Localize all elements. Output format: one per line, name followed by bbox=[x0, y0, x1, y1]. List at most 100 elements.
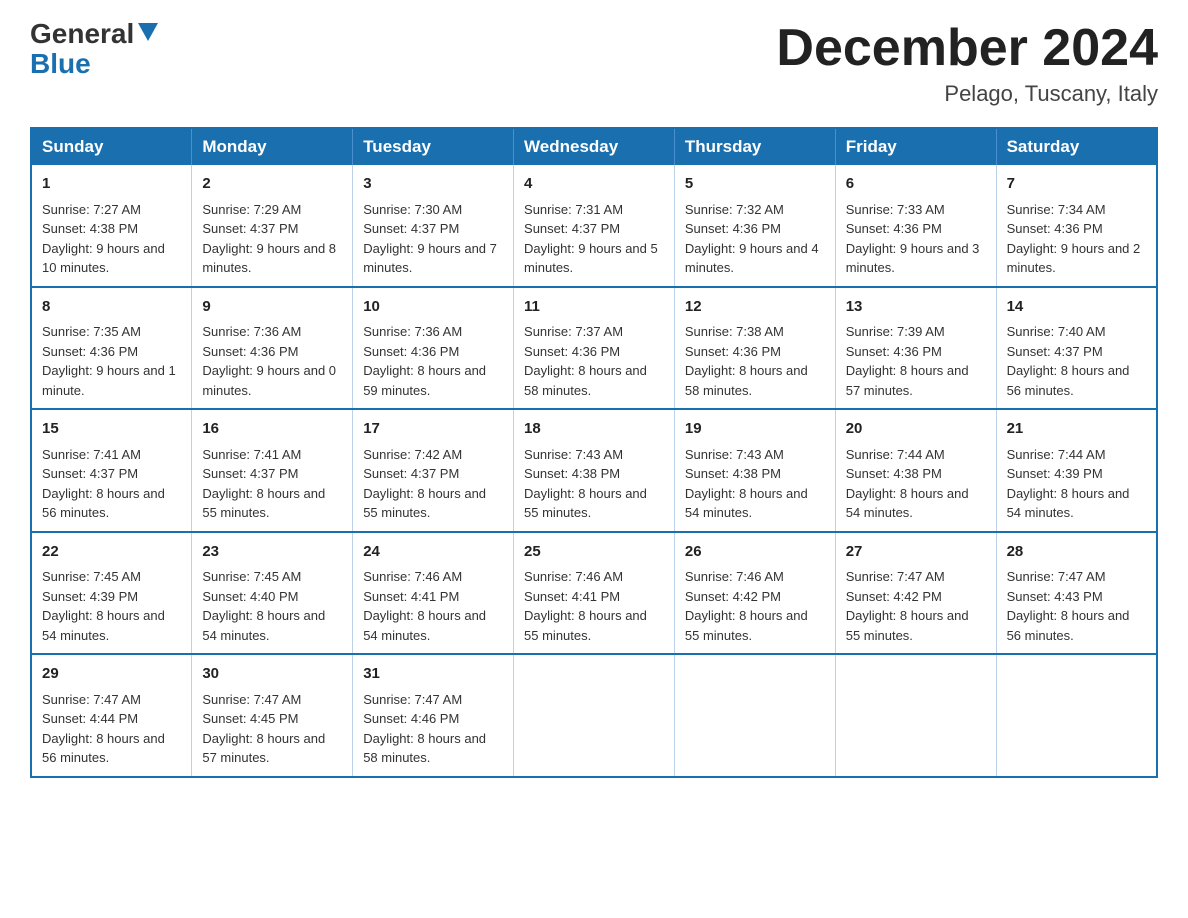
day-daylight: Daylight: 8 hours and 54 minutes. bbox=[685, 486, 808, 521]
day-sunset: Sunset: 4:38 PM bbox=[42, 221, 138, 236]
day-daylight: Daylight: 9 hours and 4 minutes. bbox=[685, 241, 819, 276]
col-saturday: Saturday bbox=[996, 128, 1157, 165]
calendar-day-cell bbox=[835, 654, 996, 777]
day-number: 31 bbox=[363, 663, 503, 686]
calendar-day-cell: 10 Sunrise: 7:36 AM Sunset: 4:36 PM Dayl… bbox=[353, 287, 514, 410]
col-monday: Monday bbox=[192, 128, 353, 165]
day-daylight: Daylight: 9 hours and 2 minutes. bbox=[1007, 241, 1141, 276]
title-block: December 2024 Pelago, Tuscany, Italy bbox=[776, 20, 1158, 107]
logo-line1: General bbox=[30, 20, 158, 48]
day-sunrise: Sunrise: 7:31 AM bbox=[524, 202, 623, 217]
day-sunrise: Sunrise: 7:41 AM bbox=[42, 447, 141, 462]
day-number: 1 bbox=[42, 173, 181, 196]
day-sunset: Sunset: 4:45 PM bbox=[202, 711, 298, 726]
calendar-day-cell bbox=[996, 654, 1157, 777]
day-sunset: Sunset: 4:38 PM bbox=[685, 466, 781, 481]
day-sunset: Sunset: 4:37 PM bbox=[202, 466, 298, 481]
calendar-day-cell: 20 Sunrise: 7:44 AM Sunset: 4:38 PM Dayl… bbox=[835, 409, 996, 532]
day-sunrise: Sunrise: 7:45 AM bbox=[202, 569, 301, 584]
day-daylight: Daylight: 8 hours and 59 minutes. bbox=[363, 363, 486, 398]
day-daylight: Daylight: 8 hours and 54 minutes. bbox=[363, 608, 486, 643]
day-sunrise: Sunrise: 7:44 AM bbox=[1007, 447, 1106, 462]
calendar-day-cell: 15 Sunrise: 7:41 AM Sunset: 4:37 PM Dayl… bbox=[31, 409, 192, 532]
calendar-day-cell: 23 Sunrise: 7:45 AM Sunset: 4:40 PM Dayl… bbox=[192, 532, 353, 655]
calendar-day-cell: 1 Sunrise: 7:27 AM Sunset: 4:38 PM Dayli… bbox=[31, 165, 192, 287]
day-daylight: Daylight: 9 hours and 7 minutes. bbox=[363, 241, 497, 276]
day-sunrise: Sunrise: 7:39 AM bbox=[846, 324, 945, 339]
location-title: Pelago, Tuscany, Italy bbox=[776, 81, 1158, 107]
day-number: 17 bbox=[363, 418, 503, 441]
day-number: 10 bbox=[363, 296, 503, 319]
day-daylight: Daylight: 8 hours and 54 minutes. bbox=[846, 486, 969, 521]
day-number: 12 bbox=[685, 296, 825, 319]
day-sunrise: Sunrise: 7:47 AM bbox=[363, 692, 462, 707]
day-sunset: Sunset: 4:37 PM bbox=[42, 466, 138, 481]
col-tuesday: Tuesday bbox=[353, 128, 514, 165]
col-wednesday: Wednesday bbox=[514, 128, 675, 165]
calendar-day-cell: 12 Sunrise: 7:38 AM Sunset: 4:36 PM Dayl… bbox=[674, 287, 835, 410]
day-sunrise: Sunrise: 7:33 AM bbox=[846, 202, 945, 217]
day-daylight: Daylight: 9 hours and 5 minutes. bbox=[524, 241, 658, 276]
day-sunset: Sunset: 4:37 PM bbox=[524, 221, 620, 236]
calendar-day-cell: 14 Sunrise: 7:40 AM Sunset: 4:37 PM Dayl… bbox=[996, 287, 1157, 410]
calendar-day-cell: 24 Sunrise: 7:46 AM Sunset: 4:41 PM Dayl… bbox=[353, 532, 514, 655]
day-daylight: Daylight: 8 hours and 58 minutes. bbox=[685, 363, 808, 398]
calendar-day-cell: 19 Sunrise: 7:43 AM Sunset: 4:38 PM Dayl… bbox=[674, 409, 835, 532]
day-daylight: Daylight: 8 hours and 56 minutes. bbox=[42, 486, 165, 521]
calendar-day-cell: 11 Sunrise: 7:37 AM Sunset: 4:36 PM Dayl… bbox=[514, 287, 675, 410]
day-sunset: Sunset: 4:37 PM bbox=[363, 466, 459, 481]
day-number: 30 bbox=[202, 663, 342, 686]
col-sunday: Sunday bbox=[31, 128, 192, 165]
day-number: 2 bbox=[202, 173, 342, 196]
day-sunrise: Sunrise: 7:36 AM bbox=[363, 324, 462, 339]
calendar-day-cell: 27 Sunrise: 7:47 AM Sunset: 4:42 PM Dayl… bbox=[835, 532, 996, 655]
day-number: 3 bbox=[363, 173, 503, 196]
day-sunset: Sunset: 4:46 PM bbox=[363, 711, 459, 726]
day-daylight: Daylight: 8 hours and 58 minutes. bbox=[524, 363, 647, 398]
calendar-day-cell: 18 Sunrise: 7:43 AM Sunset: 4:38 PM Dayl… bbox=[514, 409, 675, 532]
day-number: 11 bbox=[524, 296, 664, 319]
day-daylight: Daylight: 8 hours and 55 minutes. bbox=[524, 486, 647, 521]
calendar-day-cell: 29 Sunrise: 7:47 AM Sunset: 4:44 PM Dayl… bbox=[31, 654, 192, 777]
day-daylight: Daylight: 8 hours and 56 minutes. bbox=[1007, 363, 1130, 398]
day-daylight: Daylight: 8 hours and 58 minutes. bbox=[363, 731, 486, 766]
calendar-day-cell: 5 Sunrise: 7:32 AM Sunset: 4:36 PM Dayli… bbox=[674, 165, 835, 287]
day-sunset: Sunset: 4:42 PM bbox=[685, 589, 781, 604]
page-header: General Blue December 2024 Pelago, Tusca… bbox=[30, 20, 1158, 107]
calendar-day-cell: 26 Sunrise: 7:46 AM Sunset: 4:42 PM Dayl… bbox=[674, 532, 835, 655]
day-sunrise: Sunrise: 7:46 AM bbox=[685, 569, 784, 584]
calendar-day-cell: 28 Sunrise: 7:47 AM Sunset: 4:43 PM Dayl… bbox=[996, 532, 1157, 655]
day-number: 29 bbox=[42, 663, 181, 686]
day-sunset: Sunset: 4:37 PM bbox=[363, 221, 459, 236]
day-number: 19 bbox=[685, 418, 825, 441]
day-sunrise: Sunrise: 7:47 AM bbox=[846, 569, 945, 584]
day-daylight: Daylight: 8 hours and 57 minutes. bbox=[202, 731, 325, 766]
day-daylight: Daylight: 8 hours and 55 minutes. bbox=[363, 486, 486, 521]
day-number: 21 bbox=[1007, 418, 1146, 441]
calendar-week-row: 1 Sunrise: 7:27 AM Sunset: 4:38 PM Dayli… bbox=[31, 165, 1157, 287]
calendar-week-row: 22 Sunrise: 7:45 AM Sunset: 4:39 PM Dayl… bbox=[31, 532, 1157, 655]
day-sunrise: Sunrise: 7:37 AM bbox=[524, 324, 623, 339]
calendar-day-cell: 16 Sunrise: 7:41 AM Sunset: 4:37 PM Dayl… bbox=[192, 409, 353, 532]
day-daylight: Daylight: 8 hours and 54 minutes. bbox=[1007, 486, 1130, 521]
day-number: 18 bbox=[524, 418, 664, 441]
day-sunrise: Sunrise: 7:30 AM bbox=[363, 202, 462, 217]
day-sunrise: Sunrise: 7:38 AM bbox=[685, 324, 784, 339]
calendar-day-cell: 22 Sunrise: 7:45 AM Sunset: 4:39 PM Dayl… bbox=[31, 532, 192, 655]
day-daylight: Daylight: 8 hours and 55 minutes. bbox=[685, 608, 808, 643]
day-sunrise: Sunrise: 7:35 AM bbox=[42, 324, 141, 339]
calendar-day-cell: 31 Sunrise: 7:47 AM Sunset: 4:46 PM Dayl… bbox=[353, 654, 514, 777]
calendar-day-cell: 9 Sunrise: 7:36 AM Sunset: 4:36 PM Dayli… bbox=[192, 287, 353, 410]
day-sunset: Sunset: 4:40 PM bbox=[202, 589, 298, 604]
day-sunrise: Sunrise: 7:43 AM bbox=[685, 447, 784, 462]
calendar-day-cell: 21 Sunrise: 7:44 AM Sunset: 4:39 PM Dayl… bbox=[996, 409, 1157, 532]
calendar-day-cell: 3 Sunrise: 7:30 AM Sunset: 4:37 PM Dayli… bbox=[353, 165, 514, 287]
calendar-week-row: 29 Sunrise: 7:47 AM Sunset: 4:44 PM Dayl… bbox=[31, 654, 1157, 777]
day-number: 4 bbox=[524, 173, 664, 196]
day-sunrise: Sunrise: 7:44 AM bbox=[846, 447, 945, 462]
day-sunset: Sunset: 4:37 PM bbox=[202, 221, 298, 236]
day-daylight: Daylight: 8 hours and 54 minutes. bbox=[42, 608, 165, 643]
day-daylight: Daylight: 9 hours and 3 minutes. bbox=[846, 241, 980, 276]
day-sunset: Sunset: 4:36 PM bbox=[42, 344, 138, 359]
day-sunset: Sunset: 4:39 PM bbox=[42, 589, 138, 604]
